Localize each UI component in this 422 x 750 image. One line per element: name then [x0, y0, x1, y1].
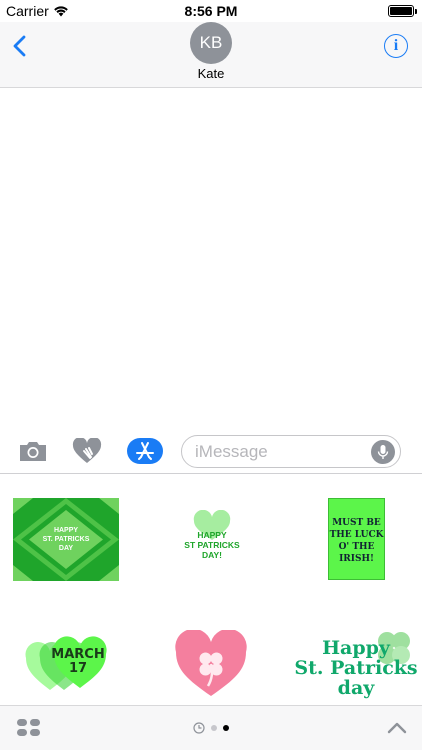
microphone-icon [377, 445, 389, 459]
digital-touch-button[interactable] [72, 438, 102, 464]
conversation-header: KB Kate i [0, 22, 422, 88]
avatar-initials: KB [199, 33, 223, 52]
sticker-6-text: Happy St. Patricks day [294, 638, 418, 698]
expand-chevron-up-icon[interactable] [386, 718, 408, 738]
sticker-3-line-3: O' THE [338, 542, 375, 552]
sticker-happy-st-patricks-day-script[interactable]: Happy St. Patricks day [294, 628, 418, 700]
sticker-1-line-2: ST. PATRICKS [42, 536, 90, 543]
digital-touch-heart-icon [72, 438, 102, 463]
sticker-3-line-1: MUST BE [332, 518, 381, 528]
sticker-pink-heart-clover[interactable] [174, 628, 248, 698]
sticker-2-line-2: ST PATRICKS [184, 540, 240, 550]
page-dot-2[interactable] [223, 725, 229, 731]
sticker-6-line-2: St. Patricks [294, 657, 418, 679]
message-input[interactable] [195, 442, 365, 462]
info-button[interactable]: i [384, 34, 408, 58]
sticker-2-line-1: HAPPY [197, 530, 227, 540]
sticker-3-text: MUST BE THE LUCK O' THE IRISH! [329, 517, 384, 565]
sticker-1-line-3: DAY [58, 545, 74, 552]
app-drawer-icon[interactable] [16, 718, 42, 738]
app-drawer-bar [0, 705, 422, 750]
sticker-6-line-3: day [337, 677, 375, 699]
sticker-4-line-2: 17 [68, 661, 88, 676]
page-dot-1[interactable] [211, 725, 217, 731]
battery-level [390, 7, 412, 15]
camera-button[interactable] [18, 438, 48, 464]
info-icon: i [393, 37, 399, 54]
sticker-6-line-1: Happy [322, 637, 390, 659]
sticker-1-line-1: HAPPY [53, 527, 79, 534]
contact-name[interactable]: Kate [0, 66, 422, 81]
status-bar: Carrier 8:56 PM [0, 0, 422, 22]
app-store-icon [136, 442, 154, 460]
back-chevron-icon[interactable] [10, 34, 30, 58]
sticker-2-line-3: DAY! [202, 550, 222, 560]
status-time: 8:56 PM [184, 3, 238, 19]
sticker-3-line-2: THE LUCK [329, 530, 384, 540]
sticker-happy-st-patricks-heart[interactable]: HAPPY ST PATRICKS DAY! [180, 509, 244, 570]
battery-icon [388, 5, 417, 17]
sticker-1-text: HAPPY ST. PATRICKS DAY [13, 526, 119, 553]
message-input-bar [0, 430, 422, 474]
recents-clock-icon[interactable] [193, 722, 205, 734]
sticker-4-line-1: MARCH [51, 647, 105, 662]
app-store-button[interactable] [127, 438, 163, 464]
sticker-2-text: HAPPY ST PATRICKS DAY! [180, 530, 244, 560]
message-field[interactable] [181, 435, 401, 468]
page-indicator[interactable] [193, 722, 229, 734]
sticker-4-text: MARCH 17 [48, 648, 108, 676]
sticker-march-17-hearts[interactable]: MARCH 17 [24, 634, 108, 692]
dictation-button[interactable] [371, 440, 395, 464]
sticker-luck-of-the-irish[interactable]: MUST BE THE LUCK O' THE IRISH! [328, 498, 385, 580]
camera-icon [20, 442, 46, 461]
sticker-3-line-4: IRISH! [339, 554, 374, 564]
contact-avatar[interactable]: KB [190, 22, 232, 64]
sticker-pink-heart-graphic [175, 628, 247, 696]
sticker-st-patricks-diamond[interactable]: HAPPY ST. PATRICKS DAY [13, 498, 119, 581]
